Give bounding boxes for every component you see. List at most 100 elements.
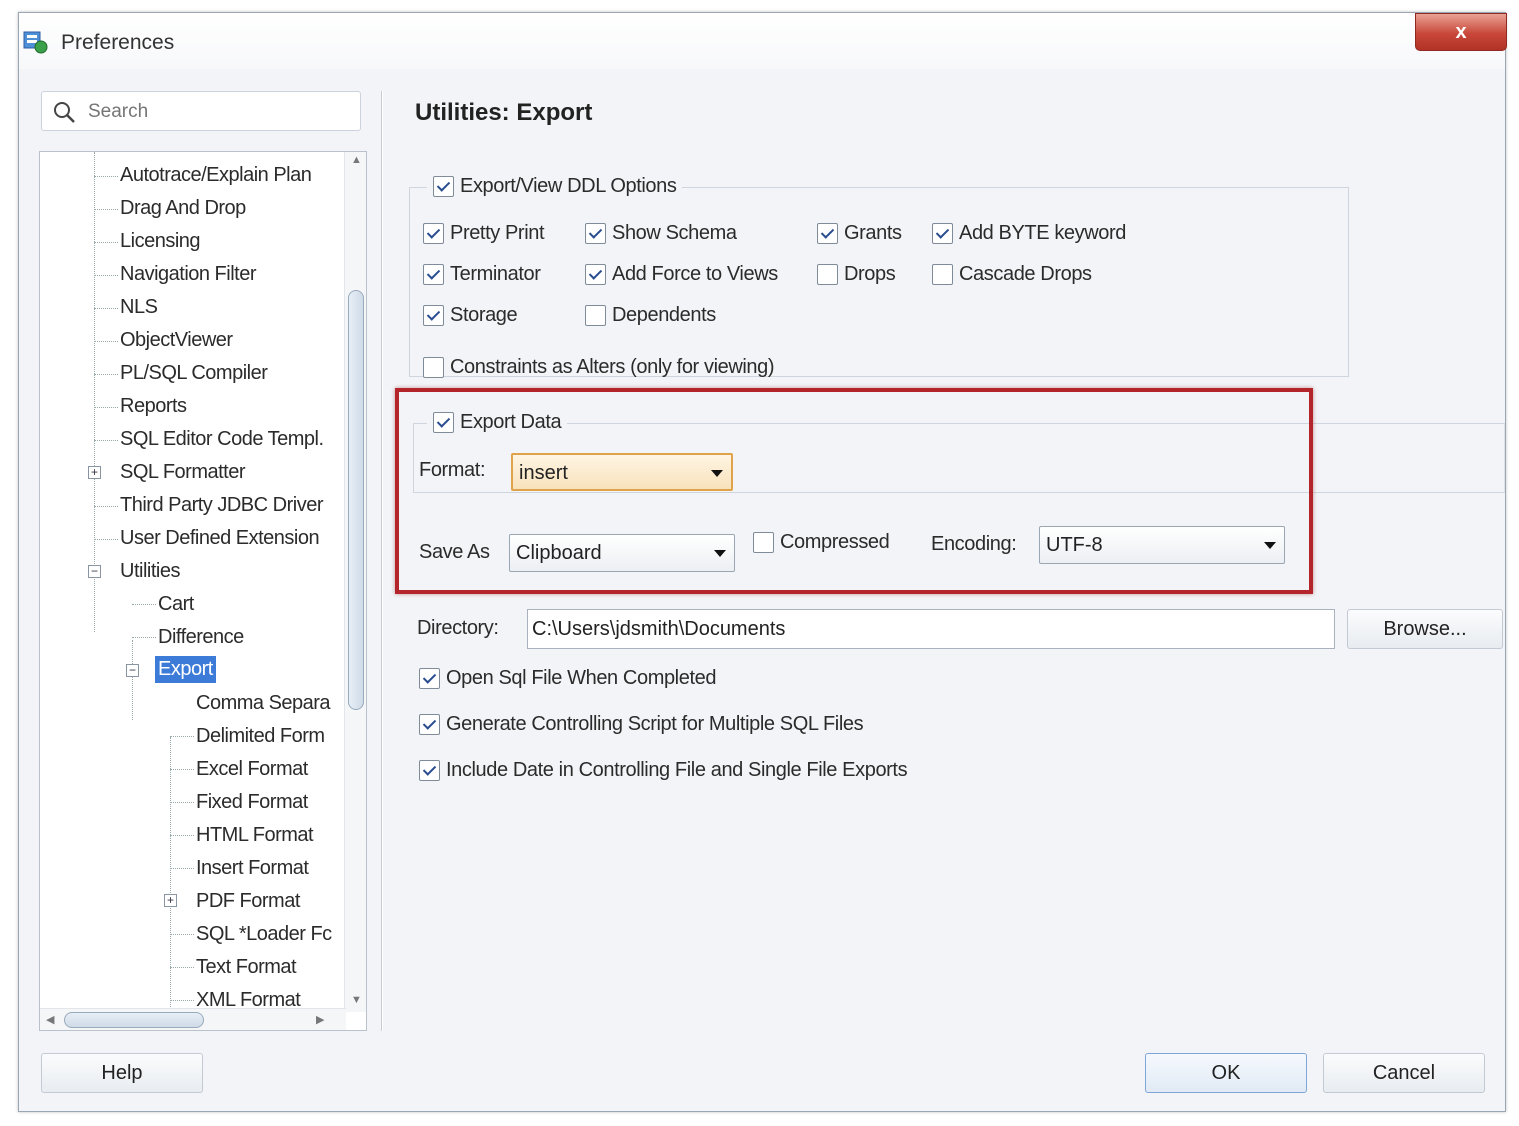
tree-guide-line xyxy=(132,637,156,638)
checkbox-label: Add BYTE keyword xyxy=(959,222,1127,244)
tree-item-delimited-format[interactable]: Delimited Form xyxy=(196,725,325,748)
tree-collapse-icon[interactable]: − xyxy=(88,565,101,578)
checkbox-box[interactable] xyxy=(423,223,444,244)
tree-item-insert-format[interactable]: Insert Format xyxy=(196,857,309,880)
show-schema-checkbox[interactable]: Show Schema xyxy=(585,222,737,245)
checkbox-box[interactable] xyxy=(932,264,953,285)
checkbox-box[interactable] xyxy=(423,357,444,378)
checkbox-box[interactable] xyxy=(817,264,838,285)
storage-checkbox[interactable]: Storage xyxy=(423,304,518,327)
tree-item-utilities[interactable]: Utilities xyxy=(120,560,180,583)
tree-item-export[interactable]: Export xyxy=(155,656,216,683)
checkbox-box[interactable] xyxy=(585,264,606,285)
tree-item-sql-loader-format[interactable]: SQL *Loader Fc xyxy=(196,923,332,946)
tree-expand-icon[interactable]: + xyxy=(88,466,101,479)
tree-expand-icon[interactable]: + xyxy=(164,894,177,907)
tree-guide-line xyxy=(94,308,118,309)
tree-item-nls[interactable]: NLS xyxy=(120,296,158,319)
search-input[interactable] xyxy=(88,100,348,124)
tree-guide-line xyxy=(94,242,118,243)
checkbox-label: Open Sql File When Completed xyxy=(446,667,717,689)
tree-item-sql-editor-code-templates[interactable]: SQL Editor Code Templ. xyxy=(120,428,324,451)
dependents-checkbox[interactable]: Dependents xyxy=(585,304,716,327)
tree-guide-line xyxy=(94,440,118,441)
tree-item-licensing[interactable]: Licensing xyxy=(120,230,201,253)
checkbox-box[interactable] xyxy=(433,176,454,197)
tree-item-autotrace[interactable]: Autotrace/Explain Plan xyxy=(120,164,312,187)
tree-horizontal-scrollbar[interactable]: ◀ ▶ xyxy=(40,1008,346,1030)
checkbox-box[interactable] xyxy=(817,223,838,244)
checkbox-label: Drops xyxy=(844,263,896,285)
tree-collapse-icon[interactable]: − xyxy=(126,664,139,677)
tree-item-cart[interactable]: Cart xyxy=(158,593,194,616)
cascade-drops-checkbox[interactable]: Cascade Drops xyxy=(932,263,1092,286)
ok-button[interactable]: OK xyxy=(1145,1053,1307,1093)
checkbox-box[interactable] xyxy=(932,223,953,244)
drops-checkbox[interactable]: Drops xyxy=(817,263,896,286)
checkbox-label: Show Schema xyxy=(612,222,737,244)
open-sql-file-checkbox[interactable]: Open Sql File When Completed xyxy=(419,667,716,690)
scroll-right-icon[interactable]: ▶ xyxy=(316,1013,324,1026)
terminator-checkbox[interactable]: Terminator xyxy=(423,263,541,286)
constraints-as-alters-checkbox[interactable]: Constraints as Alters (only for viewing) xyxy=(423,356,775,379)
tree-guide-line xyxy=(132,640,133,720)
tree-item-difference[interactable]: Difference xyxy=(158,626,244,649)
checkbox-box[interactable] xyxy=(419,714,440,735)
page-title: Utilities: Export xyxy=(415,99,593,126)
tree-vertical-scroll-thumb[interactable] xyxy=(348,290,364,710)
checkbox-box[interactable] xyxy=(419,760,440,781)
tree-item-third-party-jdbc[interactable]: Third Party JDBC Driver xyxy=(120,494,323,517)
tree-item-reports[interactable]: Reports xyxy=(120,395,187,418)
checkbox-box[interactable] xyxy=(585,223,606,244)
directory-field[interactable]: C:\Users\jdsmith\Documents xyxy=(527,609,1335,649)
checkbox-box[interactable] xyxy=(423,305,444,326)
close-button[interactable]: x xyxy=(1415,13,1507,51)
include-date-checkbox[interactable]: Include Date in Controlling File and Sin… xyxy=(419,759,908,782)
tree-guide-line xyxy=(170,769,194,770)
search-box[interactable] xyxy=(41,91,361,131)
tree-item-drag-and-drop[interactable]: Drag And Drop xyxy=(120,197,246,220)
tree-item-navigation-filter[interactable]: Navigation Filter xyxy=(120,263,257,286)
add-force-to-views-checkbox[interactable]: Add Force to Views xyxy=(585,263,778,286)
add-byte-keyword-checkbox[interactable]: Add BYTE keyword xyxy=(932,222,1126,245)
directory-label: Directory: xyxy=(417,617,499,639)
checkbox-box[interactable] xyxy=(423,264,444,285)
tree-horizontal-scroll-thumb[interactable] xyxy=(64,1012,204,1028)
grants-checkbox[interactable]: Grants xyxy=(817,222,902,245)
checkbox-box[interactable] xyxy=(585,305,606,326)
tree-guide-line xyxy=(170,967,194,968)
pane-splitter[interactable] xyxy=(381,91,383,1031)
tree-guide-line xyxy=(170,802,194,803)
tree-guide-line xyxy=(170,736,194,737)
tree-guide-line xyxy=(94,341,118,342)
ddl-options-checkbox[interactable]: Export/View DDL Options xyxy=(427,175,683,198)
tree-item-comma-separated[interactable]: Comma Separa xyxy=(196,692,331,715)
checkbox-label: Terminator xyxy=(450,263,541,285)
scroll-left-icon[interactable]: ◀ xyxy=(46,1013,54,1026)
checkbox-label: Dependents xyxy=(612,304,716,326)
tree-vertical-scrollbar[interactable]: ▲ ▼ xyxy=(344,152,366,1012)
checkbox-box[interactable] xyxy=(419,668,440,689)
tree-item-html-format[interactable]: HTML Format xyxy=(196,824,314,847)
cancel-button[interactable]: Cancel xyxy=(1323,1053,1485,1093)
tree-item-text-format[interactable]: Text Format xyxy=(196,956,297,979)
checkbox-label: Grants xyxy=(844,222,902,244)
scroll-down-icon[interactable]: ▼ xyxy=(351,994,362,1006)
tree-guide-line xyxy=(94,275,118,276)
tree-guide-line xyxy=(132,604,156,605)
tree-item-user-defined-extension[interactable]: User Defined Extension xyxy=(120,527,320,550)
highlight-annotation-box xyxy=(395,388,1313,594)
tree-item-sql-formatter[interactable]: SQL Formatter xyxy=(120,461,246,484)
browse-button[interactable]: Browse... xyxy=(1347,609,1503,649)
tree-item-pdf-format[interactable]: PDF Format xyxy=(196,890,300,913)
tree-item-plsql-compiler[interactable]: PL/SQL Compiler xyxy=(120,362,268,385)
scroll-up-icon[interactable]: ▲ xyxy=(351,154,362,166)
help-button[interactable]: Help xyxy=(41,1053,203,1093)
tree-item-objectviewer[interactable]: ObjectViewer xyxy=(120,329,233,352)
tree-guide-line xyxy=(94,152,95,632)
generate-controlling-script-checkbox[interactable]: Generate Controlling Script for Multiple… xyxy=(419,713,864,736)
tree-item-fixed-format[interactable]: Fixed Format xyxy=(196,791,308,814)
checkbox-label: Add Force to Views xyxy=(612,263,778,285)
pretty-print-checkbox[interactable]: Pretty Print xyxy=(423,222,545,245)
tree-item-excel-format[interactable]: Excel Format xyxy=(196,758,308,781)
